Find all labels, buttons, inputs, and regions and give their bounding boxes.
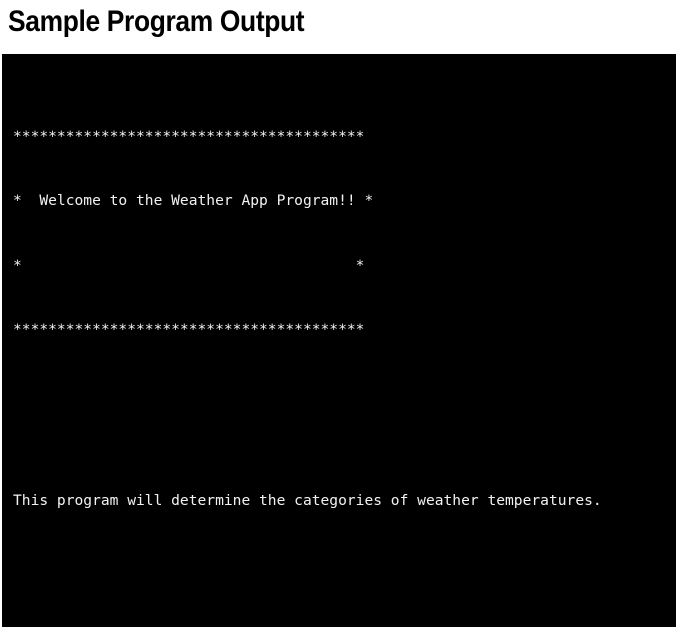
banner-empty-line: * * — [13, 256, 365, 274]
program-description: This program will determine the categori… — [13, 492, 602, 510]
banner-bottom-border: **************************************** — [13, 320, 365, 338]
banner-welcome-line: * Welcome to the Weather App Program!! * — [13, 192, 374, 210]
banner-top-border: **************************************** — [13, 128, 365, 146]
page-title: Sample Program Output — [8, 5, 305, 38]
page-root: Sample Program Output ******************… — [0, 0, 676, 640]
console-text-body: ****************************************… — [13, 62, 676, 627]
console-output-panel: ****************************************… — [2, 54, 676, 627]
